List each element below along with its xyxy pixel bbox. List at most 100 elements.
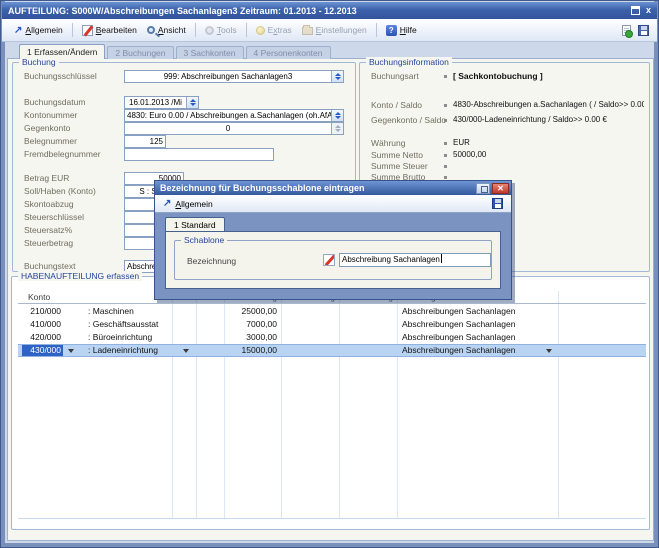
aufteilung-table: Konto St.S St.% Nettobetrag Bruttobetrag… [18,291,646,529]
dialog-menu-bar: Allgemein [155,195,511,213]
table-row-selected[interactable]: 430/000 : Ladeneinrichtung 15000,00 Absc… [18,344,646,357]
dialog-title-bar[interactable]: Bezeichnung für Buchungsschablone eintra… [155,181,511,195]
spinner-icon[interactable] [186,97,198,108]
tab-erfassen-aendern[interactable]: 1 Erfassen/Ändern [19,44,105,59]
new-document-icon[interactable] [622,25,631,36]
dialog-title: Bezeichnung für Buchungsschablone eintra… [160,181,476,195]
magnifier-icon [147,26,155,34]
bezeichnung-input[interactable]: Abschreibung Sachanlagen [339,253,491,267]
gegenkonto-select[interactable]: 0 [124,122,344,135]
menu-separator [72,23,73,37]
text-caret [441,254,442,263]
info-row: Gegenkonto / Saldo 430/000-Ladeneinricht… [361,114,648,126]
habenaufteilung-group: HABENAUFTEILUNG erfassen Konto St.S St.%… [11,276,650,530]
menu-allgemein[interactable]: Allgemein [10,23,67,38]
dialog-close-icon[interactable] [492,183,509,194]
dropdown-arrow-icon[interactable] [546,349,552,353]
dropdown-arrow-icon[interactable] [68,349,74,353]
schablone-dialog: Bezeichnung für Buchungsschablone eintra… [154,180,512,300]
selected-konto-cell[interactable]: 430/000 [22,345,63,356]
steuerbetrag-label: Steuerbetrag [24,237,122,250]
title-bar[interactable]: AUFTEILUNG: S000W/Abschreibungen Sachanl… [2,2,657,19]
bullet-icon [444,154,447,157]
buchungsdatum-label: Buchungsdatum [24,96,122,109]
steuersatz-label: Steuersatz% [24,224,122,237]
dialog-menu-allgemein[interactable]: Allgemein [175,199,212,209]
menu-tools: Tools [201,23,241,37]
fremdbelegnummer-input[interactable] [124,148,274,161]
bullet-icon [444,119,447,122]
save-icon[interactable] [638,25,649,36]
menu-separator [195,23,196,37]
buchungsschluessel-select[interactable]: 999: Abschreibungen Sachanlagen3 [124,70,344,83]
dialog-tab-standard[interactable]: 1 Standard [165,217,225,231]
gegenkonto-saldo-value: 430/000-Ladeneinrichtung / Saldo>> 0.00 … [453,114,644,126]
tools-icon [205,26,214,35]
belegnummer-label: Belegnummer [24,135,122,148]
tab-sachkonten[interactable]: 3 Sachkonten [176,46,244,59]
dialog-panel: Schablone Bezeichnung Abschreibung Sacha… [165,231,501,289]
arrow-ne-icon [163,198,171,209]
menu-einstellungen: Einstellungen [298,23,371,37]
schablone-group-title: Schablone [181,235,227,245]
bullet-icon [444,165,447,168]
spinner-icon [331,123,343,134]
spinner-icon[interactable] [331,71,343,82]
dialog-tab-strip: 1 Standard [155,213,511,231]
dropdown-arrow-icon[interactable] [183,349,189,353]
sollhaben-label: Soll/Haben (Konto) [24,185,122,198]
restore-icon[interactable] [631,6,640,15]
schablone-group: Schablone Bezeichnung Abschreibung Sacha… [174,240,492,280]
buchungsart-value: [ Sachkontobuchung ] [453,70,644,82]
close-icon[interactable]: x [646,6,651,15]
bullet-icon [444,104,447,107]
form-row: Fremdbelegnummer [14,148,354,161]
menu-hilfe[interactable]: Hilfe [382,23,421,38]
steuerschluessel-label: Steuerschlüssel [24,211,122,224]
table-row[interactable]: 420/000 : Büroeinrichtung 3000,00 Abschr… [18,331,646,344]
gegenkonto-label: Gegenkonto [24,122,122,135]
bullet-icon [444,75,447,78]
menu-ansicht[interactable]: Ansicht [143,23,190,37]
bullet-icon [444,176,447,179]
table-row[interactable]: 210/000 : Maschinen 25000,00 Abschreibun… [18,305,646,318]
bullet-icon [444,142,447,145]
habenaufteilung-group-title: HABENAUFTEILUNG erfassen [18,271,142,281]
betrag-label: Betrag EUR [24,172,122,185]
fremdbelegnummer-label: Fremdbelegnummer [24,148,122,161]
buchungsschluessel-label: Buchungsschlüssel [24,70,122,83]
col-konto[interactable]: Konto [28,291,50,303]
menu-bearbeiten[interactable]: Bearbeiten [78,23,141,38]
arrow-ne-icon [14,25,22,36]
tab-personenkonten[interactable]: 4 Personenkonten [246,46,331,59]
edit-marker-icon[interactable] [323,254,335,266]
skontoabzug-label: Skontoabzug [24,198,122,211]
kontonummer-select[interactable]: 4830: Euro 0.00 / Abschreibungen a.Sacha… [124,109,344,122]
info-row: Buchungsart [ Sachkontobuchung ] [361,70,648,82]
tab-bar: 1 Erfassen/Ändern 2 Buchungen 3 Sachkont… [19,44,333,59]
waehrung-value: EUR [453,137,644,149]
window-title: AUFTEILUNG: S000W/Abschreibungen Sachanl… [8,6,631,16]
belegnummer-input[interactable]: 125 [124,135,166,148]
folder-icon [302,27,313,35]
spinner-icon[interactable] [331,110,343,121]
menu-bar: Allgemein Bearbeiten Ansicht Tools Extra… [2,19,657,42]
konto-saldo-value: 4830-Abschreibungen a.Sachanlagen ( / Sa… [453,99,644,111]
dialog-restore-icon[interactable] [476,183,490,194]
bulb-icon [256,26,265,35]
grid-line [18,518,646,519]
info-row: Währung EUR [361,137,648,149]
menu-separator [376,23,377,37]
form-row: Belegnummer 125 [14,135,354,148]
buchungsdatum-select[interactable]: 16.01.2013 /Mi [124,96,199,109]
form-row: Gegenkonto 0 [14,122,354,135]
form-row: Buchungsschlüssel 999: Abschreibungen Sa… [14,70,354,83]
bezeichnung-label: Bezeichnung [187,256,236,266]
tab-buchungen[interactable]: 2 Buchungen [107,46,173,59]
help-icon [386,25,397,36]
table-row[interactable]: 410/000 : Geschäftsausstat 7000,00 Absch… [18,318,646,331]
form-row: Buchungsdatum 16.01.2013 /Mi [14,96,354,109]
buchungsinformation-group-title: Buchungsinformation [366,57,452,67]
app-window: AUFTEILUNG: S000W/Abschreibungen Sachanl… [0,0,659,548]
dialog-save-icon[interactable] [492,198,503,209]
